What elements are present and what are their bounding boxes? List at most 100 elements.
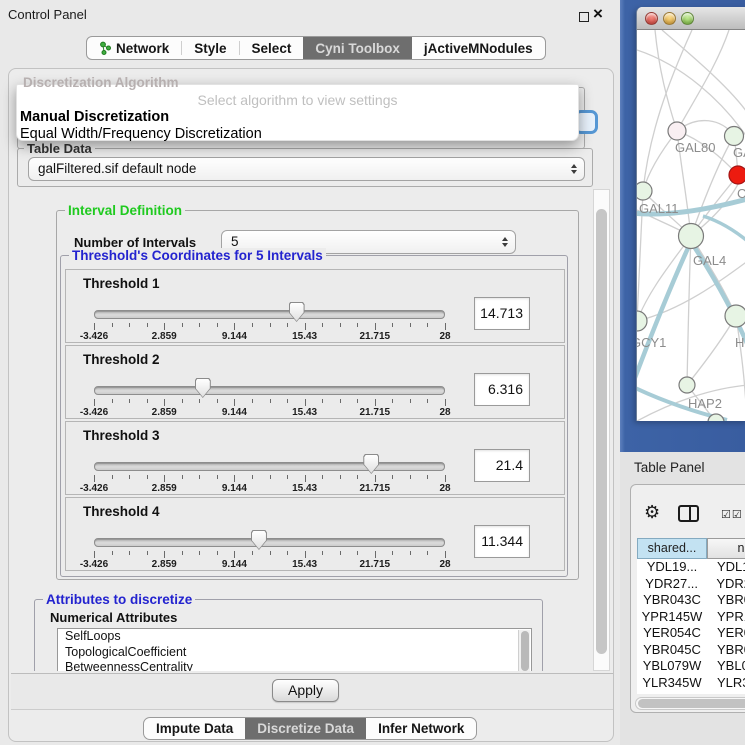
network-node-gcy1-node[interactable] <box>637 311 647 331</box>
tab-style[interactable]: Style <box>182 37 238 59</box>
tick-mark <box>287 551 288 555</box>
tick-label: -3.426 <box>72 559 116 570</box>
threshold-slider-thumb[interactable] <box>251 530 267 550</box>
threshold-slider-track[interactable] <box>94 538 445 547</box>
network-node-gal80-node[interactable] <box>668 122 686 140</box>
threshold-value-field[interactable]: 14.713 <box>474 297 530 330</box>
mac-close-icon[interactable] <box>645 12 658 25</box>
tab-label: Network <box>116 41 169 56</box>
attribute-item-betweennesscentrality[interactable]: BetweennessCentrality <box>58 660 531 671</box>
tick-mark <box>375 323 376 330</box>
threshold-slider-track[interactable] <box>94 310 445 319</box>
tick-label: 2.859 <box>142 559 186 570</box>
tab-select[interactable]: Select <box>240 37 304 59</box>
network-edge[interactable] <box>637 50 745 140</box>
threshold-value-field[interactable]: 6.316 <box>474 373 530 406</box>
tick-mark <box>357 551 358 555</box>
tick-mark <box>147 399 148 403</box>
combo-spinner-icon[interactable] <box>502 237 508 247</box>
checkbox-icons[interactable]: ☑☑ <box>721 508 743 521</box>
scrollbar-thumb[interactable] <box>638 699 745 708</box>
tick-mark <box>234 323 235 330</box>
columns-icon[interactable] <box>678 505 699 522</box>
tick-mark <box>445 475 446 482</box>
network-canvas[interactable]: GAL80GACGAL11GAL4GCY1HHAP2 <box>637 30 745 421</box>
threshold-slider-thumb[interactable] <box>289 302 305 322</box>
tick-mark <box>199 475 200 479</box>
tick-mark <box>357 399 358 403</box>
threshold-slider-thumb[interactable] <box>363 454 379 474</box>
column-header-na[interactable]: na <box>707 538 745 559</box>
panel-vertical-scrollbar[interactable] <box>593 189 610 671</box>
threshold-panel: Threshold 3-3.4262.8599.14415.4321.71528… <box>65 421 565 495</box>
network-edge[interactable] <box>643 30 692 191</box>
cell-name: YBL0 <box>707 658 745 675</box>
scrollbar-thumb[interactable] <box>596 209 607 654</box>
table-horizontal-scrollbar[interactable] <box>635 697 745 710</box>
column-header-shared-[interactable]: shared... <box>637 538 707 559</box>
tick-mark <box>252 551 253 555</box>
apply-bar: Apply <box>11 673 613 710</box>
threshold-slider-thumb[interactable] <box>195 378 211 398</box>
network-window-titlebar[interactable] <box>637 7 745 30</box>
tab-cyni-toolbox[interactable]: Cyni Toolbox <box>303 37 412 59</box>
algorithm-option-equal-width-frequency-discretization[interactable]: Equal Width/Frequency Discretization <box>20 126 262 142</box>
threshold-value-field[interactable]: 21.4 <box>474 449 530 482</box>
cell-shared-name: YER054C <box>637 625 707 642</box>
attributes-group-title: Attributes to discretize <box>43 592 195 607</box>
close-icon[interactable]: × <box>593 4 603 24</box>
control-panel-body: Discretization Algorithm Select algorith… <box>8 68 614 742</box>
mac-zoom-icon[interactable] <box>681 12 694 25</box>
network-tab-icon <box>99 41 111 55</box>
table-row[interactable]: YLR345WYLR3 <box>637 675 745 692</box>
float-window-icon[interactable] <box>579 12 589 22</box>
tick-mark <box>375 551 376 558</box>
tick-label: 28 <box>423 559 467 570</box>
tick-label: 15.43 <box>283 407 327 418</box>
network-node-gal4-node[interactable] <box>679 224 704 249</box>
scrollbar-thumb[interactable] <box>521 631 529 671</box>
network-edge[interactable] <box>687 236 691 385</box>
tab-jactivemnodules[interactable]: jActiveMNodules <box>412 37 545 59</box>
table-row[interactable]: YBR043CYBR0 <box>637 592 745 609</box>
tab-infer-network[interactable]: Infer Network <box>366 718 476 739</box>
tick-label: 15.43 <box>283 559 327 570</box>
tick-mark <box>164 551 165 558</box>
attributes-list-scrollbar[interactable] <box>518 630 530 671</box>
threshold-slider-track[interactable] <box>94 386 445 395</box>
network-edge[interactable] <box>687 316 736 385</box>
network-node-h-node[interactable] <box>725 305 745 327</box>
table-row[interactable]: YDL19...YDL1 <box>637 559 745 576</box>
gear-icon[interactable]: ⚙ <box>644 502 660 523</box>
tab-network[interactable]: Network <box>87 37 181 59</box>
tab-discretize-data[interactable]: Discretize Data <box>245 718 366 739</box>
table-data-combo[interactable]: galFiltered.sif default node <box>28 157 585 181</box>
tick-mark <box>410 399 411 403</box>
threshold-value-field[interactable]: 11.344 <box>474 525 530 558</box>
tick-label: 28 <box>423 483 467 494</box>
cell-name: YBR0 <box>707 642 745 659</box>
attribute-item-selfloops[interactable]: SelfLoops <box>58 629 531 645</box>
tick-mark <box>410 323 411 327</box>
algorithm-option-manual-discretization[interactable]: Manual Discretization <box>20 109 169 125</box>
combo-spinner-icon[interactable] <box>571 164 577 174</box>
table-row[interactable]: YBR045CYBR0 <box>637 642 745 659</box>
attribute-item-topologicalcoefficient[interactable]: TopologicalCoefficient <box>58 645 531 661</box>
network-node-gal11-node[interactable] <box>637 182 652 200</box>
threshold-slider-track[interactable] <box>94 462 445 471</box>
network-node-hap2-node[interactable] <box>679 377 695 393</box>
table-row[interactable]: YER054CYER0 <box>637 625 745 642</box>
tick-mark <box>252 475 253 479</box>
table-row[interactable]: YDR27...YDR2 <box>637 576 745 593</box>
tab-impute-data[interactable]: Impute Data <box>144 718 245 739</box>
numerical-attributes-list[interactable]: SelfLoopsTopologicalCoefficientBetweenne… <box>57 628 532 671</box>
apply-button[interactable]: Apply <box>272 679 339 702</box>
table-row[interactable]: YBL079WYBL0 <box>637 658 745 675</box>
table-row[interactable]: YIL052CYIL0 <box>637 691 745 694</box>
mac-minimize-icon[interactable] <box>663 12 676 25</box>
algorithm-dropdown-popup: Select algorithm to view settings Manual… <box>16 84 579 141</box>
table-row[interactable]: YPR145WYPR1 <box>637 609 745 626</box>
network-node-top-right-node[interactable] <box>725 127 744 146</box>
tick-mark <box>129 323 130 327</box>
network-node-red-node[interactable] <box>729 166 745 184</box>
